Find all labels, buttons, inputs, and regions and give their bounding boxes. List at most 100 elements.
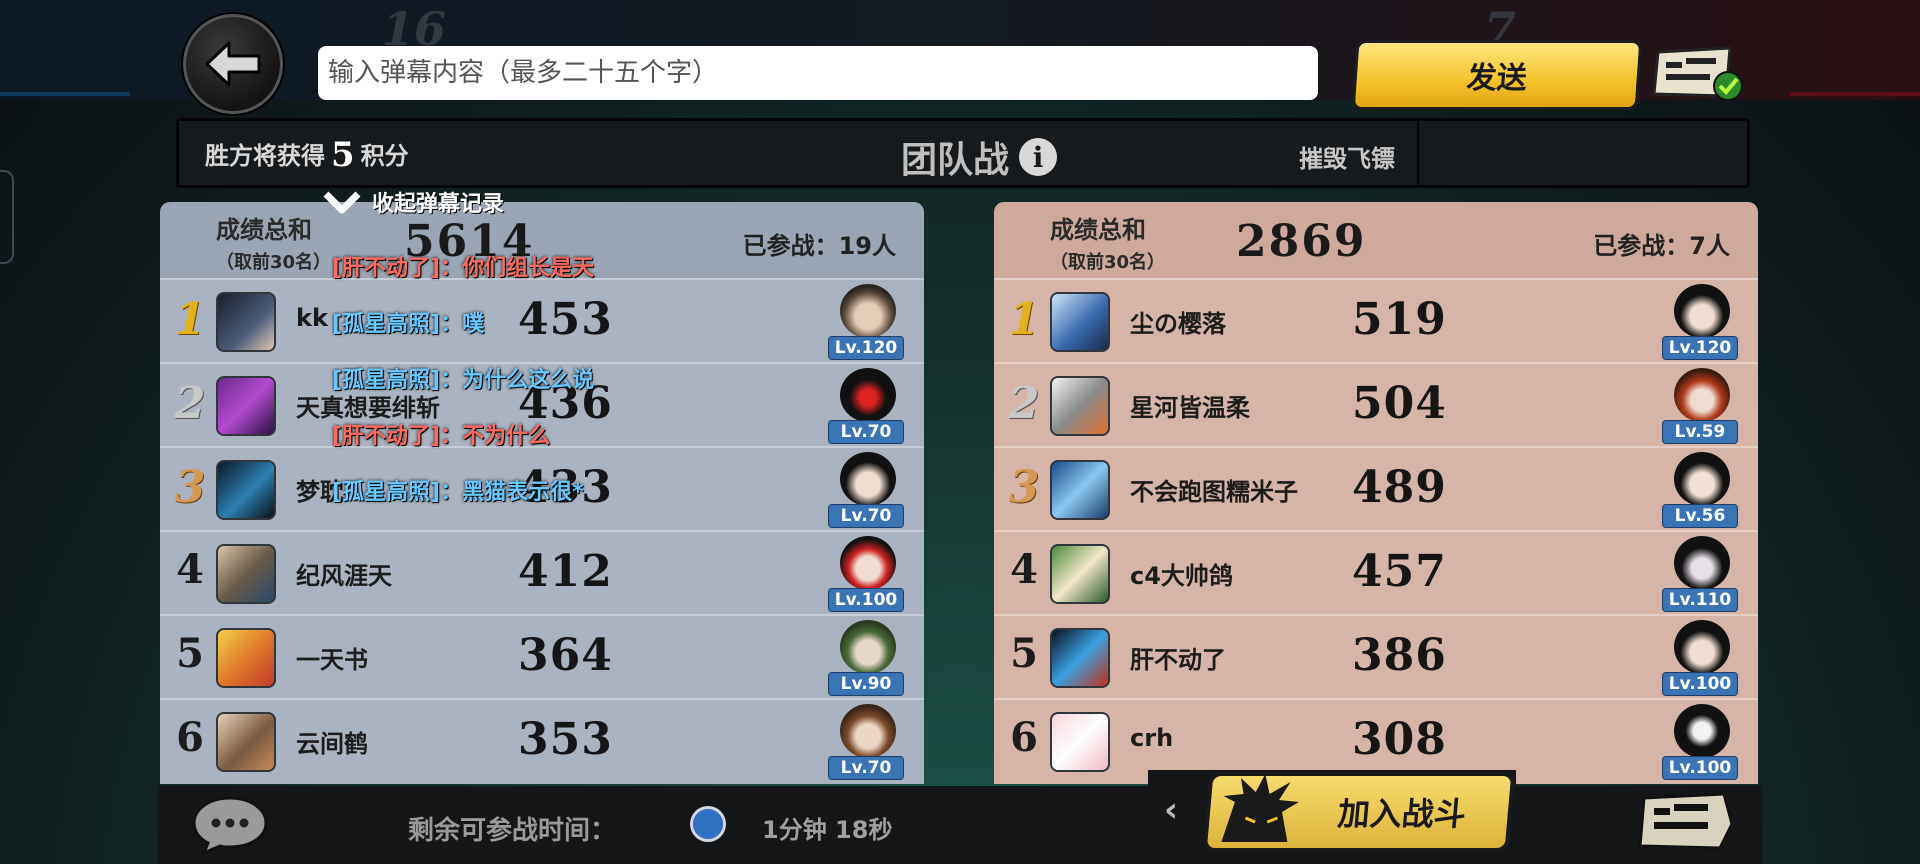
battle-mode: 团队战 i <box>901 131 1058 183</box>
reward-suffix: 积分 <box>360 142 409 170</box>
danmaku-message: [孤星高照]：黑猫表示很* <box>332 480 584 505</box>
level-badge: Lv.90 <box>828 672 904 696</box>
side-tab-handle[interactable] <box>0 170 14 264</box>
rank-number: 2 <box>174 378 206 429</box>
danmaku-toggle-icon <box>1638 792 1734 850</box>
player-avatar <box>1050 376 1110 436</box>
player-score: 519 <box>1352 294 1447 345</box>
player-score: 489 <box>1352 462 1447 513</box>
player-avatar <box>1050 712 1110 772</box>
player-name: 不会跑图糯米子 <box>1130 478 1298 506</box>
character-portrait <box>1674 536 1730 590</box>
player-avatar <box>1050 628 1110 688</box>
player-avatar <box>216 376 276 436</box>
chat-button[interactable] <box>190 794 270 856</box>
red-team-accent-line <box>1790 92 1920 96</box>
level-badge: Lv.100 <box>1662 756 1738 780</box>
player-row[interactable]: 5 肝不动了 386 Lv.100 <box>994 614 1758 698</box>
danmaku-input[interactable] <box>318 46 1318 100</box>
collapse-danmaku-toggle[interactable]: 收起弹幕记录 <box>322 186 504 218</box>
chat-bubble-icon <box>192 796 268 856</box>
collapse-danmaku-label: 收起弹幕记录 <box>372 192 505 217</box>
send-button[interactable]: 发送 <box>1351 40 1643 110</box>
rank-number: 2 <box>1008 378 1040 429</box>
battle-objective: 摧毁飞镖 <box>1299 145 1395 173</box>
player-row[interactable]: 1 kk 453 Lv.120 <box>160 278 924 362</box>
player-name: 尘の樱落 <box>1130 310 1226 338</box>
info-divider <box>1417 121 1419 185</box>
rank-number: 6 <box>1010 714 1038 761</box>
clock-icon <box>690 806 726 842</box>
total-label: 成绩总和 <box>216 216 312 244</box>
battle-mode-title: 团队战 <box>901 139 1010 181</box>
player-row[interactable]: 2 星河皆温柔 504 Lv.59 <box>994 362 1758 446</box>
character-portrait <box>1674 452 1730 506</box>
character-portrait <box>1674 284 1730 338</box>
level-badge: Lv.70 <box>828 504 904 528</box>
player-name: 云间鹤 <box>296 730 368 758</box>
player-avatar <box>1050 544 1110 604</box>
danmaku-toggle-icon <box>1652 46 1743 101</box>
join-battle-label: 加入战斗 <box>1336 795 1468 833</box>
rank-number: 5 <box>176 630 204 677</box>
level-badge: Lv.59 <box>1662 420 1738 444</box>
player-score: 453 <box>518 294 613 345</box>
joined-count: 已参战：7人 <box>1593 232 1730 260</box>
player-avatar <box>1050 460 1110 520</box>
level-badge: Lv.100 <box>1662 672 1738 696</box>
level-badge: Lv.70 <box>828 756 904 780</box>
level-badge: Lv.56 <box>1662 504 1738 528</box>
info-icon[interactable]: i <box>1019 138 1058 176</box>
join-battle-button[interactable]: 加入战斗 <box>1202 772 1516 852</box>
danmaku-toggle-button[interactable] <box>1652 44 1748 104</box>
player-row[interactable]: 5 一天书 364 Lv.90 <box>160 614 924 698</box>
bottom-bar <box>158 786 1762 864</box>
player-name: 星河皆温柔 <box>1130 394 1250 422</box>
red-team-panel: 成绩总和 （取前30名） 2869 已参战：7人 1 尘の樱落 519 Lv.1… <box>994 202 1758 784</box>
character-portrait <box>1674 620 1730 674</box>
level-badge: Lv.100 <box>828 588 904 612</box>
reward-points: 5 <box>331 135 355 175</box>
player-score: 504 <box>1352 378 1447 429</box>
player-avatar <box>1050 292 1110 352</box>
player-avatar <box>216 460 276 520</box>
red-team-list: 1 尘の樱落 519 Lv.120 2 星河皆温柔 504 Lv.59 3 不会… <box>994 278 1758 784</box>
player-score: 353 <box>518 714 613 765</box>
level-badge: Lv.120 <box>1662 336 1738 360</box>
player-score: 308 <box>1352 714 1447 765</box>
danmaku-toggle-button-bottom[interactable] <box>1634 790 1738 854</box>
player-avatar <box>216 292 276 352</box>
rank-number: 4 <box>176 546 204 593</box>
player-row[interactable]: 4 c4大帅鸽 457 Lv.110 <box>994 530 1758 614</box>
player-avatar <box>216 628 276 688</box>
battle-info-bar: 胜方将获得 5 积分 团队战 i 摧毁飞镖 <box>176 118 1750 188</box>
player-row[interactable]: 4 纪风涯天 412 Lv.100 <box>160 530 924 614</box>
rank-number: 6 <box>176 714 204 761</box>
character-portrait <box>840 368 896 422</box>
player-name: kk <box>296 304 328 332</box>
player-row[interactable]: 3 不会跑图糯米子 489 Lv.56 <box>994 446 1758 530</box>
ninja-emblem-icon <box>1221 774 1299 842</box>
character-portrait <box>840 452 896 506</box>
rank-number: 3 <box>174 462 206 513</box>
total-label: 成绩总和 <box>1050 216 1146 244</box>
team-total-score: 2869 <box>1236 216 1367 267</box>
player-avatar <box>216 712 276 772</box>
expand-arrow-icon[interactable]: ‹ <box>1164 790 1178 830</box>
blue-team-accent-line <box>0 92 130 96</box>
reward-text: 胜方将获得 5 积分 <box>205 135 409 175</box>
back-button[interactable] <box>183 14 283 114</box>
total-sub-label: （取前30名） <box>1050 252 1166 273</box>
joined-count: 已参战：19人 <box>742 232 896 260</box>
player-name: crh <box>1130 724 1174 752</box>
character-portrait <box>1674 704 1730 758</box>
level-badge: Lv.70 <box>828 420 904 444</box>
rank-number: 5 <box>1010 630 1038 677</box>
character-portrait <box>840 704 896 758</box>
level-badge: Lv.110 <box>1662 588 1738 612</box>
player-row[interactable]: 1 尘の樱落 519 Lv.120 <box>994 278 1758 362</box>
player-score: 412 <box>518 546 613 597</box>
rank-number: 3 <box>1008 462 1040 513</box>
player-row[interactable]: 6 云间鹤 353 Lv.70 <box>160 698 924 782</box>
rank-number: 1 <box>1008 294 1040 345</box>
